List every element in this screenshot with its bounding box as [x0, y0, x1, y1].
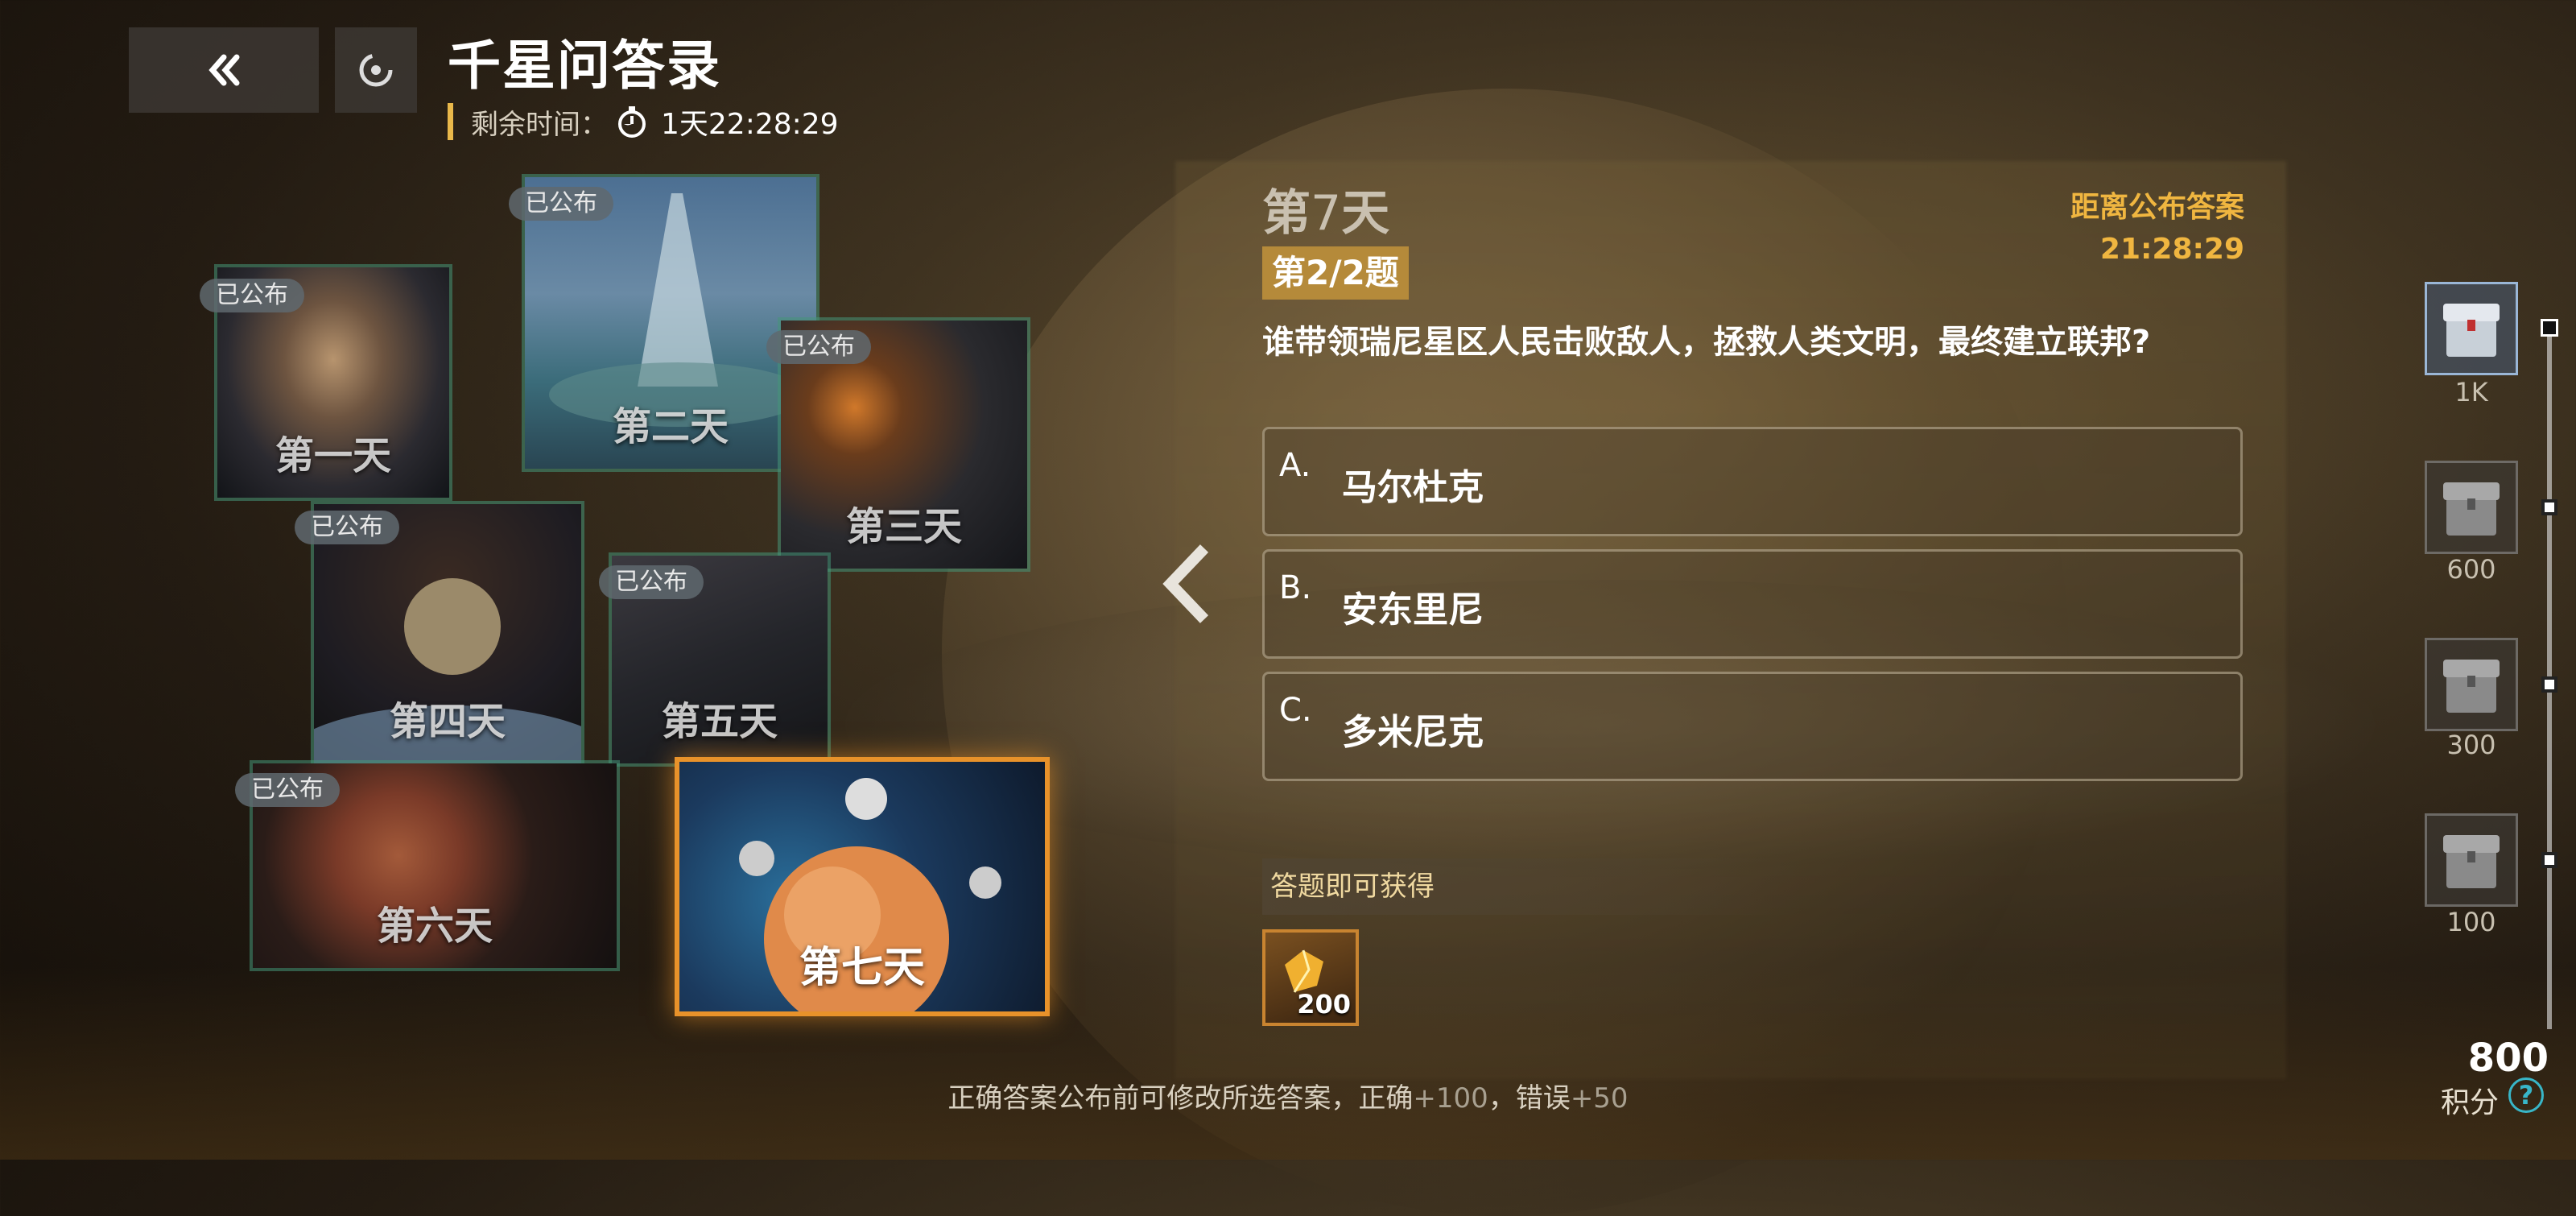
chest-icon [2443, 482, 2500, 536]
score-label: 积分 [2440, 1086, 2499, 1119]
published-badge: 已公布 [235, 773, 340, 807]
score-value: 800 [2467, 1036, 2549, 1081]
reward-label: 答题即可获得 [1262, 858, 1802, 915]
answer-countdown-label: 距离公布答案 [2070, 191, 2244, 224]
reward-chest-300[interactable] [2425, 638, 2518, 731]
tier-label: 300 [2446, 730, 2496, 760]
rules-note-text-2: ，错误 [1488, 1082, 1571, 1115]
day-card-7[interactable]: 第七天 [675, 757, 1050, 1016]
stopwatch-icon [618, 106, 646, 138]
tier-label: 1K [2454, 377, 2488, 407]
remaining-time-label: 剩余时间： [471, 108, 608, 141]
published-badge: 已公布 [295, 511, 399, 544]
reward-chest-600[interactable] [2425, 461, 2518, 554]
chest-icon [2443, 835, 2500, 888]
day-card-label: 第四天 [389, 699, 506, 744]
tier-label: 100 [2446, 907, 2496, 937]
rules-note-plus-2: +50 [1570, 1082, 1629, 1115]
rules-note-plus-1: +100 [1413, 1082, 1488, 1115]
chevron-left-icon[interactable] [1159, 544, 1216, 624]
option-key: C. [1279, 692, 1312, 729]
published-badge: 已公布 [509, 187, 613, 221]
locate-button[interactable] [335, 27, 417, 113]
progress-track-end [2541, 319, 2558, 337]
progress-node [2541, 499, 2557, 515]
day-card-label: 第二天 [612, 404, 729, 449]
published-badge: 已公布 [200, 279, 304, 312]
day-card-label: 第七天 [799, 944, 925, 992]
reward-item[interactable]: 200 [1262, 929, 1359, 1026]
answer-countdown: 距离公布答案 21:28:29 [2070, 187, 2244, 271]
day-card-label: 第五天 [661, 699, 778, 744]
published-badge: 已公布 [599, 565, 704, 599]
reward-chest-100[interactable] [2425, 813, 2518, 907]
day-heading-number: 7 [1311, 185, 1342, 242]
day-heading-prefix: 第 [1262, 185, 1311, 242]
help-icon[interactable]: ? [2508, 1077, 2544, 1113]
answer-countdown-value: 21:28:29 [2099, 233, 2244, 266]
rules-note-text-1: 正确答案公布前可修改所选答案，正确 [947, 1082, 1414, 1115]
option-key: A. [1279, 447, 1311, 484]
day-card-label: 第三天 [845, 504, 962, 549]
remaining-time: 剩余时间： 1天22:28:29 [448, 103, 839, 141]
day-card-label: 第一天 [275, 433, 391, 478]
target-icon [359, 53, 393, 87]
question-text: 谁带领瑞尼星区人民击败敌人，拯救人类文明，最终建立联邦? [1262, 324, 2151, 361]
reward-chest-1k[interactable] [2425, 282, 2518, 375]
page-title: 千星问答录 [448, 35, 721, 97]
progress-node [2541, 676, 2557, 693]
published-badge: 已公布 [766, 330, 871, 364]
option-text: 马尔杜克 [1342, 467, 1484, 508]
day-heading: 第7天 [1262, 174, 1389, 244]
back-button[interactable] [129, 27, 319, 113]
option-c[interactable]: C. 多米尼克 [1262, 672, 2243, 781]
reward-amount: 200 [1297, 989, 1351, 1020]
option-text: 安东里尼 [1342, 589, 1484, 631]
option-text: 多米尼克 [1342, 712, 1484, 753]
chest-icon [2443, 660, 2500, 713]
day-card-label: 第六天 [376, 904, 493, 949]
progress-node [2541, 852, 2557, 868]
option-b[interactable]: B. 安东里尼 [1262, 549, 2243, 659]
option-a[interactable]: A. 马尔杜克 [1262, 427, 2243, 536]
remaining-time-value: 1天22:28:29 [661, 108, 839, 141]
question-index: 第2/2题 [1262, 246, 1409, 300]
tier-label: 600 [2446, 554, 2496, 585]
day-heading-suffix: 天 [1341, 185, 1390, 242]
double-chevron-left-icon [208, 54, 240, 86]
rules-note: 正确答案公布前可修改所选答案，正确+100，错误+50 [0, 1076, 2576, 1115]
chest-icon [2443, 304, 2500, 357]
option-key: B. [1279, 569, 1312, 606]
